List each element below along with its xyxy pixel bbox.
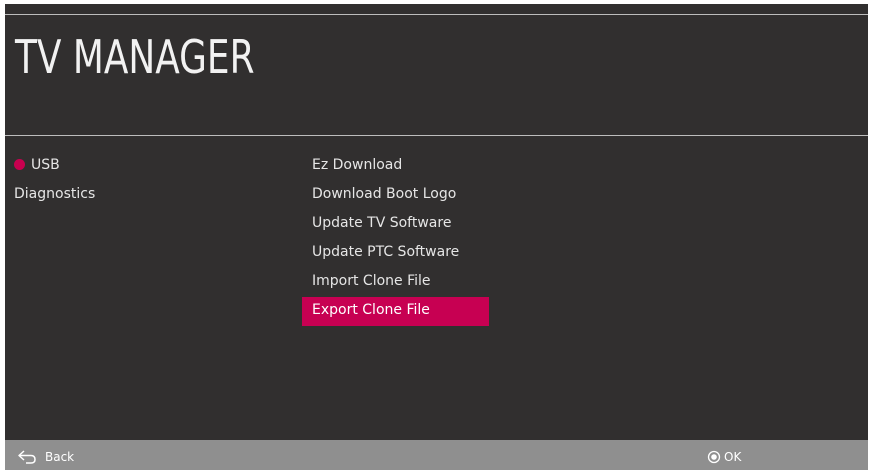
category-item-usb[interactable]: USB xyxy=(5,152,285,181)
back-arrow-icon xyxy=(18,450,36,464)
header-divider xyxy=(5,135,868,136)
category-item-label: USB xyxy=(31,157,60,173)
category-item-diagnostics[interactable]: Diagnostics xyxy=(5,181,285,210)
menu-item-export-clone-file[interactable]: Export Clone File xyxy=(302,297,489,326)
top-divider xyxy=(5,14,868,15)
menu-item-download-boot-logo[interactable]: Download Boot Logo xyxy=(302,181,489,210)
menu-item-ez-download[interactable]: Ez Download xyxy=(302,152,489,181)
page-title: TV MANAGER xyxy=(15,30,255,84)
menu-item-update-ptc-software[interactable]: Update PTC Software xyxy=(302,239,489,268)
category-item-label: Diagnostics xyxy=(14,186,96,202)
ok-label: OK xyxy=(724,450,742,464)
menu-item-import-clone-file[interactable]: Import Clone File xyxy=(302,268,489,297)
footer-bar: Back OK xyxy=(5,440,868,470)
back-button[interactable]: Back xyxy=(17,447,74,467)
active-indicator-dot xyxy=(14,159,25,170)
menu-item-update-tv-software[interactable]: Update TV Software xyxy=(302,210,489,239)
back-label: Back xyxy=(45,450,75,464)
ok-button[interactable]: OK xyxy=(707,447,741,467)
usb-options-menu: Ez Download Download Boot Logo Update TV… xyxy=(302,152,489,326)
category-menu: USB Diagnostics xyxy=(5,152,285,210)
ok-circle-icon xyxy=(707,450,721,464)
tv-manager-screen: TV MANAGER USB Diagnostics Ez Download D… xyxy=(5,4,868,470)
